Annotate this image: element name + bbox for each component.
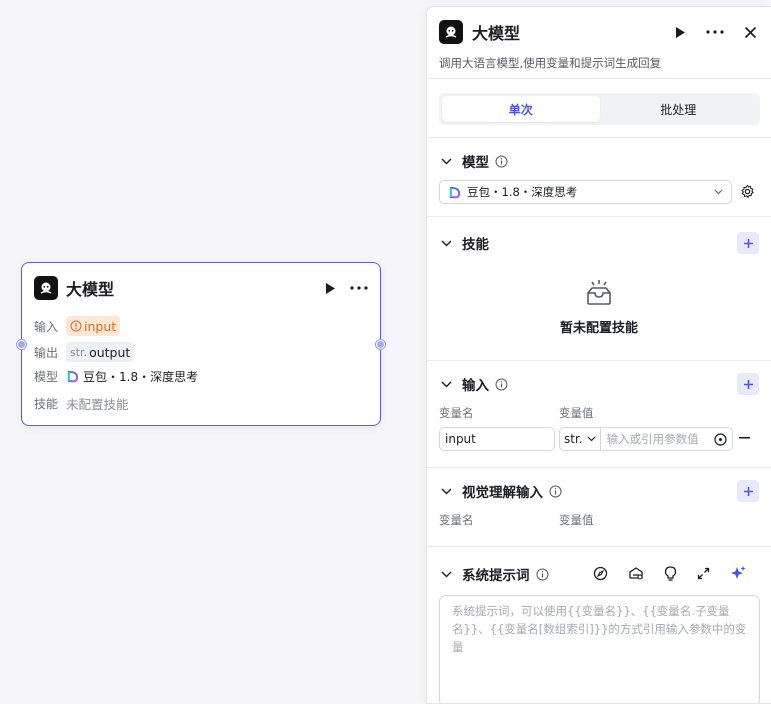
- node-skill-label: 技能: [34, 397, 59, 411]
- node-input-tag: input: [66, 316, 121, 336]
- llm-node[interactable]: 大模型 输入 input 输出 str. output 模型 豆包・1.8・深度…: [17, 262, 385, 426]
- system-prompt-textarea[interactable]: 系统提示词，可以使用{{变量名}}、{{变量名.子变量名}}、{{变量名[数组索…: [439, 595, 760, 703]
- visual-section-header[interactable]: 视觉理解输入: [441, 480, 759, 502]
- node-input-label: 输入: [34, 319, 59, 334]
- input-type-select[interactable]: str.: [560, 428, 601, 450]
- add-input-button[interactable]: [737, 373, 759, 395]
- plus-icon: [743, 238, 753, 248]
- node-input-handle[interactable]: [17, 340, 26, 349]
- model-select[interactable]: 豆包・1.8・深度思考: [439, 180, 732, 204]
- chevron-down-icon: [714, 189, 723, 195]
- visual-col-name: 变量名: [439, 513, 474, 527]
- bulb-icon[interactable]: [664, 565, 677, 581]
- tab-single[interactable]: 单次: [442, 96, 600, 122]
- node-output-type: str.: [70, 345, 88, 359]
- tab-batch[interactable]: 批处理: [600, 96, 758, 122]
- input-type-value: str.: [564, 432, 583, 446]
- divider: [427, 360, 771, 361]
- more-icon[interactable]: [706, 30, 724, 34]
- chevron-down-icon[interactable]: [441, 571, 452, 578]
- run-mode-tabs: 单次 批处理: [439, 93, 760, 125]
- close-icon[interactable]: [744, 26, 757, 39]
- node-input-row: 输入 input: [34, 316, 121, 336]
- play-icon[interactable]: [324, 282, 336, 295]
- chevron-down-icon[interactable]: [441, 158, 452, 165]
- add-visual-input-button[interactable]: [737, 480, 759, 502]
- node-input-value: input: [84, 318, 117, 334]
- divider: [427, 467, 771, 468]
- plus-icon: [743, 486, 753, 496]
- llm-logo-icon: [439, 20, 463, 44]
- inputs-section-header[interactable]: 输入: [441, 373, 759, 395]
- expand-icon[interactable]: [697, 567, 710, 580]
- system-prompt-section-header[interactable]: 系统提示词: [441, 563, 601, 585]
- gear-icon[interactable]: [740, 184, 755, 199]
- more-icon[interactable]: [350, 286, 368, 290]
- skills-empty-state: 暂未配置技能: [427, 279, 771, 336]
- model-section-title: 模型: [462, 155, 489, 171]
- warning-circle-icon: [70, 320, 82, 332]
- system-prompt-toolbar: [593, 565, 746, 581]
- info-icon[interactable]: [495, 378, 508, 391]
- chevron-down-icon[interactable]: [441, 240, 452, 247]
- node-output-label: 输出: [34, 345, 59, 360]
- divider: [427, 216, 771, 217]
- node-output-handle[interactable]: [376, 340, 385, 349]
- skills-section-title: 技能: [462, 237, 489, 253]
- node-skill-value: 未配置技能: [66, 397, 129, 412]
- play-icon[interactable]: [674, 26, 686, 39]
- library-icon[interactable]: [628, 566, 644, 581]
- node-model-row: 模型 豆包・1.8・深度思考: [34, 368, 198, 385]
- chevron-down-icon: [587, 436, 596, 442]
- inputs-section-title: 输入: [462, 378, 489, 394]
- box-empty-icon: [587, 280, 611, 305]
- info-icon[interactable]: [549, 485, 562, 498]
- doubao-icon: [67, 370, 79, 383]
- visual-section-title: 视觉理解输入: [462, 485, 543, 501]
- plus-icon: [743, 379, 753, 389]
- chevron-down-icon[interactable]: [441, 381, 452, 388]
- node-model-label: 模型: [34, 370, 59, 384]
- node-config-panel: 大模型 调用大语言模型,使用变量和提示词生成回复 单次 批处理 模型 豆包・1.…: [426, 6, 771, 704]
- visual-col-value: 变量值: [559, 513, 594, 527]
- divider: [427, 137, 771, 138]
- inputs-col-value: 变量值: [559, 406, 594, 420]
- node-output-row: 输出 str. output: [34, 342, 135, 362]
- target-icon[interactable]: [714, 432, 727, 446]
- llm-logo-icon: [34, 276, 58, 300]
- info-icon[interactable]: [495, 155, 508, 168]
- chevron-down-icon[interactable]: [441, 488, 452, 495]
- doubao-icon: [449, 186, 461, 198]
- system-prompt-title: 系统提示词: [462, 568, 530, 584]
- panel-title: 大模型: [472, 24, 521, 43]
- sparkle-icon[interactable]: [730, 565, 746, 581]
- divider: [427, 78, 771, 79]
- skills-empty-text: 暂未配置技能: [559, 321, 638, 336]
- panel-description: 调用大语言模型,使用变量和提示词生成回复: [439, 56, 662, 70]
- node-output-tag: str. output: [66, 342, 135, 362]
- minus-icon[interactable]: [739, 437, 750, 439]
- model-section-header[interactable]: 模型: [441, 150, 759, 172]
- info-icon[interactable]: [536, 568, 549, 581]
- node-skill-row: 技能 未配置技能: [34, 394, 129, 413]
- skills-section-header[interactable]: 技能: [441, 232, 759, 254]
- node-model-value: 豆包・1.8・深度思考: [83, 370, 199, 384]
- inputs-col-name: 变量名: [439, 406, 474, 420]
- add-skill-button[interactable]: [737, 232, 759, 254]
- input-value-field[interactable]: 输入或引用参数值: [607, 431, 699, 447]
- node-title: 大模型: [66, 280, 115, 299]
- compass-icon[interactable]: [593, 566, 608, 581]
- divider: [427, 546, 771, 547]
- model-select-value: 豆包・1.8・深度思考: [467, 185, 578, 199]
- node-output-value: output: [89, 344, 131, 360]
- input-var-name-field[interactable]: input: [439, 427, 555, 451]
- input-var-value-group: str. 输入或引用参数值: [559, 427, 733, 451]
